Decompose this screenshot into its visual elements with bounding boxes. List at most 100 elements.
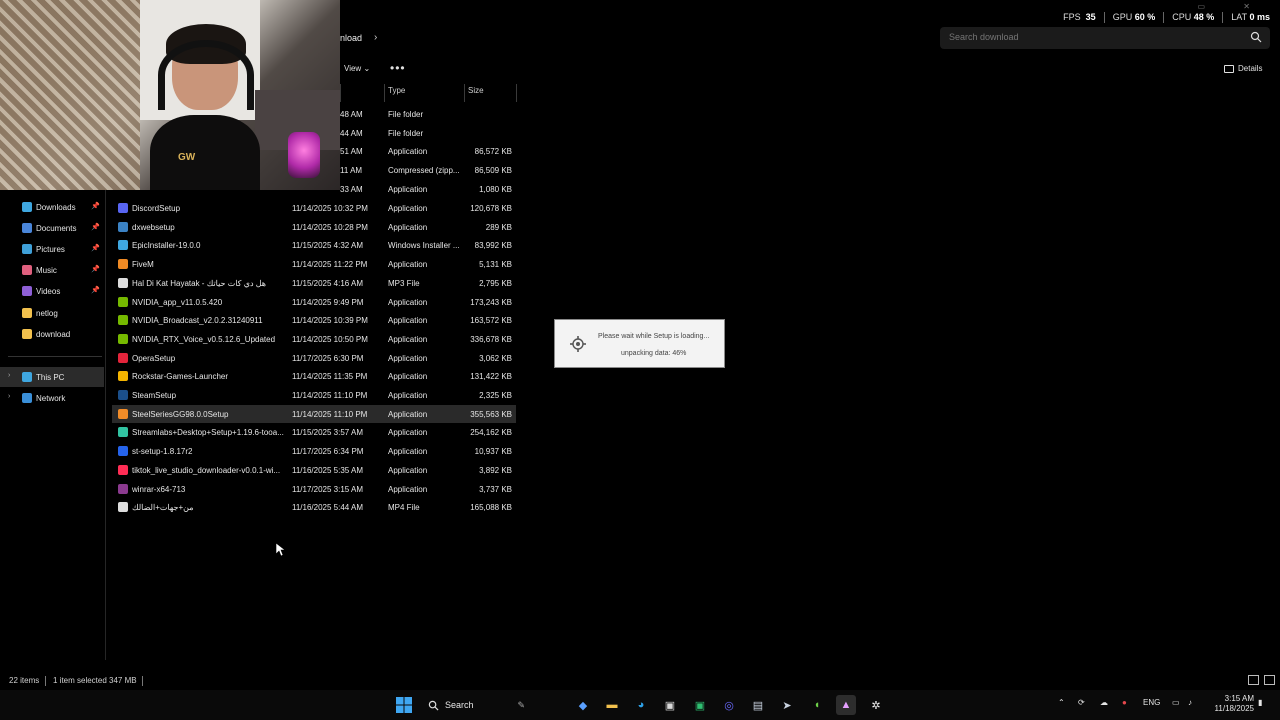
table-row[interactable]: winrar-x64-713 11/17/2025 3:15 AM Applicat… [112, 480, 516, 498]
table-row[interactable]: Streamlabs+Desktop+Setup+1.19.6-tooa... 1… [112, 423, 516, 441]
search-icon[interactable] [1250, 31, 1262, 43]
taskbar: Search ✎ ◆ ▬ ◕ ▣ ▣ ◎ ▤ ➤ ◖ ▲ ✲ ⌃ ⟳ ☁ ● E… [0, 690, 1280, 720]
network-icon [22, 393, 32, 403]
cell-name: Rockstar-Games-Launcher [132, 372, 229, 382]
column-header-size[interactable]: Size [468, 86, 484, 102]
table-row[interactable]: Rockstar-Games-Launcher 11/14/2025 11:35 … [112, 367, 516, 385]
table-row[interactable]: SteelSeriesGG98.0.0Setup 11/14/2025 11:10… [112, 404, 516, 423]
computer-icon [22, 372, 32, 382]
search-highlight-icon: ✎ [517, 699, 526, 710]
language-indicator[interactable]: ENG [1143, 698, 1160, 707]
picture-icon [22, 244, 32, 254]
window-controls[interactable]: ▭ ✕ [1198, 2, 1268, 11]
table-row[interactable]: 33 AM Application 1,080 KB [112, 180, 516, 198]
expand-icon[interactable]: › [8, 372, 10, 379]
volume-icon[interactable]: ♪ [1188, 698, 1192, 707]
column-divider[interactable] [340, 84, 341, 102]
details-button[interactable]: Details [1224, 64, 1262, 73]
dialog-message: Please wait while Setup is loading... [598, 333, 710, 340]
sidebar-item-downloads[interactable]: Downloads 📌 [0, 197, 104, 217]
cell-size: 120,678 KB [470, 204, 512, 213]
pin-icon[interactable]: 📌 [91, 223, 100, 231]
pin-icon[interactable]: 📌 [91, 244, 100, 252]
cell-name: Streamlabs+Desktop+Setup+1.19.6-tooa... [132, 428, 284, 438]
mic-muted-icon[interactable]: ● [1122, 698, 1127, 707]
pin-icon[interactable]: 📌 [91, 265, 100, 273]
column-divider[interactable] [384, 84, 385, 102]
app-icon-green[interactable]: ▣ [690, 695, 710, 715]
start-button[interactable] [394, 695, 414, 715]
table-row[interactable]: NVIDIA_Broadcast_v2.0.2.31240911 11/14/20… [112, 311, 516, 329]
network-status-icon[interactable]: ▭ [1172, 698, 1180, 707]
steam-icon[interactable]: ➤ [777, 695, 797, 715]
table-row[interactable]: 51 AM Application 86,572 KB [112, 142, 516, 160]
table-row[interactable]: 11 AM Compressed (zipp... 86,509 KB [112, 161, 516, 179]
cell-size: 2,795 KB [479, 278, 512, 288]
cell-name: SteamSetup [132, 391, 177, 400]
clock[interactable]: 3:15 AM 11/18/2025 [1206, 694, 1254, 714]
table-row[interactable]: من+جهات+الضالك 11/16/2025 5:44 AM MP4 File… [112, 498, 516, 516]
sidebar-item-pictures[interactable]: Pictures 📌 [0, 239, 104, 259]
edge-icon[interactable]: ◕ [631, 695, 651, 715]
cell-date: 11/16/2025 5:35 AM [292, 465, 364, 475]
sync-icon[interactable]: ⟳ [1078, 698, 1085, 707]
file-explorer-icon[interactable]: ▬ [602, 695, 622, 715]
cell-size: 86,509 KB [474, 166, 512, 176]
store-icon[interactable]: ▣ [660, 695, 680, 715]
sidebar-item-download[interactable]: download [0, 324, 104, 344]
table-row[interactable]: EpicInstaller-19.0.0 11/15/2025 4:32 AM Wi… [112, 236, 516, 254]
file-icon [118, 203, 128, 213]
sidebar-item-network[interactable]: › Network [0, 388, 104, 408]
cell-date: 11 AM [340, 166, 363, 176]
cell-name: EpicInstaller-19.0.0 [132, 241, 201, 251]
column-header-type[interactable]: Type [388, 86, 405, 102]
sidebar-item-documents[interactable]: Documents 📌 [0, 218, 104, 238]
table-row[interactable]: Hal Di Kat Hayatak - هل دي كات حياتك 11/1… [112, 274, 516, 292]
image-app-icon[interactable]: ▤ [748, 695, 768, 715]
search-box[interactable] [940, 27, 1270, 49]
breadcrumb-download[interactable]: nload [340, 33, 362, 43]
expand-icon[interactable]: › [8, 393, 10, 400]
table-row[interactable]: SteamSetup 11/14/2025 11:10 PM Application… [112, 386, 516, 404]
table-row[interactable]: tiktok_live_studio_downloader-v0.0.1-wi.… [112, 461, 516, 479]
table-row[interactable]: OperaSetup 11/17/2025 6:30 PM Application 3… [112, 349, 516, 367]
column-divider[interactable] [516, 84, 517, 102]
view-button[interactable]: View ⌄ [344, 64, 370, 73]
sidebar-item-music[interactable]: Music 📌 [0, 260, 104, 280]
tiles-view-icon[interactable] [1264, 675, 1275, 685]
details-view-icon[interactable] [1248, 675, 1259, 685]
dialog-progress: unpacking data: 46% [621, 350, 687, 357]
sidebar-item-videos[interactable]: Videos 📌 [0, 281, 104, 301]
pin-icon[interactable]: 📌 [91, 286, 100, 294]
music-icon [22, 265, 32, 275]
table-row[interactable]: dxwebsetup 11/14/2025 10:28 PM Application… [112, 218, 516, 236]
cell-date: 11/14/2025 11:10 PM [292, 391, 368, 400]
notification-icon[interactable]: ▮ [1258, 698, 1262, 707]
sidebar-item-this-pc[interactable]: › This PC [0, 367, 104, 387]
table-row[interactable]: 48 AM File folder [112, 105, 516, 123]
table-row[interactable]: NVIDIA_RTX_Voice_v0.5.12.6_Updated 11/14/… [112, 330, 516, 348]
table-row[interactable]: FiveM 11/14/2025 11:22 PM Application 5,131… [112, 255, 516, 273]
steelseries-icon[interactable]: ✲ [866, 695, 886, 715]
file-icon [118, 315, 128, 326]
sidebar-item-netlog[interactable]: netlog [0, 303, 104, 323]
column-divider[interactable] [464, 84, 465, 102]
pin-icon[interactable]: 📌 [91, 202, 100, 210]
installer-app-icon[interactable]: ▲ [836, 695, 856, 715]
chevron-up-icon[interactable]: ⌃ [1058, 698, 1065, 707]
chevron-right-icon[interactable]: › [374, 32, 377, 43]
cloud-icon[interactable]: ☁ [1100, 698, 1108, 707]
discord-icon[interactable]: ◎ [719, 695, 739, 715]
table-row[interactable]: DiscordSetup 11/14/2025 10:32 PM Applicati… [112, 199, 516, 217]
more-options-button[interactable]: ••• [390, 61, 406, 75]
copilot-icon[interactable]: ◆ [573, 695, 593, 715]
search-input[interactable] [949, 32, 1239, 42]
headset-app-icon[interactable]: ◖ [807, 695, 827, 715]
breadcrumb[interactable]: nload › [340, 32, 377, 43]
cell-name: SteelSeriesGG98.0.0Setup [132, 409, 229, 419]
folder-icon [22, 308, 32, 318]
table-row[interactable]: 44 AM File folder [112, 124, 516, 142]
table-row[interactable]: st-setup-1.8.17r2 11/17/2025 6:34 PM Appli… [112, 442, 516, 460]
taskbar-search[interactable]: Search ✎ [420, 695, 540, 715]
table-row[interactable]: NVIDIA_app_v11.0.5.420 11/14/2025 9:49 PM… [112, 293, 516, 311]
